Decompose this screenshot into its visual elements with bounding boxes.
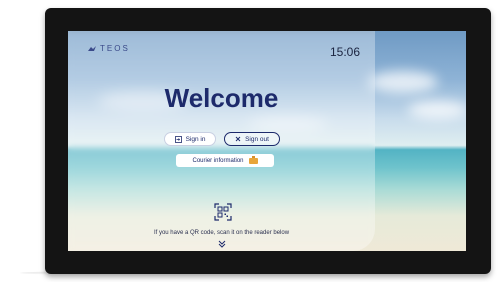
cloud <box>408 101 466 119</box>
qr-hint-text: If you have a QR code, scan it on the re… <box>153 230 290 236</box>
courier-information-button[interactable]: Courier information <box>176 154 274 167</box>
sign-out-label: Sign out <box>245 135 269 143</box>
sign-out-button[interactable]: Sign out <box>224 132 280 146</box>
bird-icon <box>88 45 96 51</box>
sign-in-label: Sign in <box>185 135 206 143</box>
screen: TEOS 15:06 Welcome Sign in Sign out Cour… <box>68 31 466 251</box>
brand-logo: TEOS <box>87 44 130 53</box>
welcome-panel: TEOS 15:06 Welcome Sign in Sign out Cour… <box>68 31 375 251</box>
brand-name: TEOS <box>100 44 130 53</box>
sign-in-button[interactable]: Sign in <box>164 132 216 146</box>
cloud <box>368 71 438 93</box>
sign-in-icon <box>174 135 182 143</box>
tablet-device: TEOS 15:06 Welcome Sign in Sign out Cour… <box>45 8 491 274</box>
courier-label: Courier information <box>192 157 244 164</box>
close-icon <box>235 136 241 142</box>
clock: 15:06 <box>330 45 361 59</box>
package-icon <box>248 155 258 164</box>
qr-code-icon <box>214 203 232 221</box>
welcome-title: Welcome <box>164 83 279 113</box>
chevron-down-icon <box>218 240 226 248</box>
